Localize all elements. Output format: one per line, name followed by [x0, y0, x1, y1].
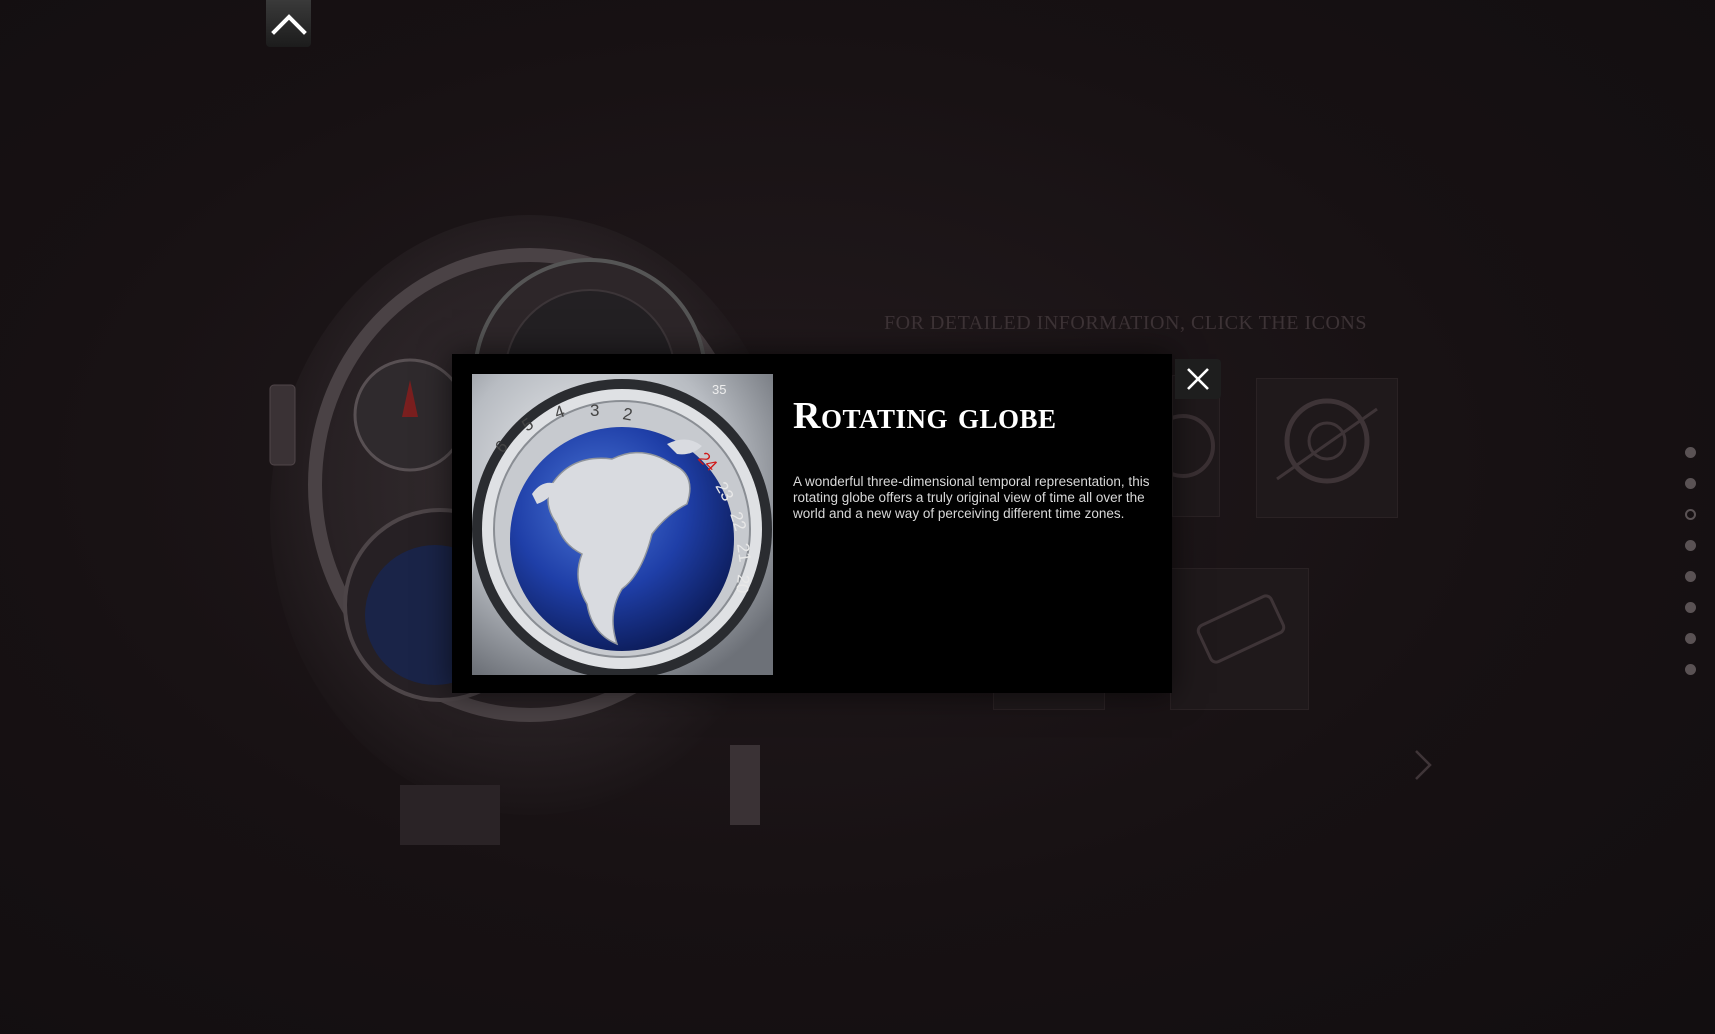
nav-dot-2[interactable] — [1685, 478, 1696, 489]
feature-modal: 6 5 4 3 2 24 23 22 21 20 35 Rotating glo… — [452, 354, 1172, 693]
page: FOR DETAILED INFORMATION, CLICK THE ICON… — [0, 0, 1715, 1034]
svg-text:35: 35 — [712, 382, 726, 397]
instruction-hint: FOR DETAILED INFORMATION, CLICK THE ICON… — [884, 312, 1367, 334]
chevron-right-icon — [1415, 750, 1432, 780]
globe-detail-image: 6 5 4 3 2 24 23 22 21 20 35 — [472, 374, 773, 675]
svg-text:3: 3 — [590, 401, 599, 420]
section-dot-nav — [1685, 447, 1699, 695]
nav-dot-7[interactable] — [1685, 633, 1696, 644]
nav-dot-5[interactable] — [1685, 571, 1696, 582]
chevron-up-icon — [270, 13, 307, 35]
nav-dot-6[interactable] — [1685, 602, 1696, 613]
modal-description: A wonderful three-dimensional temporal r… — [793, 474, 1150, 521]
nav-dot-1[interactable] — [1685, 447, 1696, 458]
nav-dot-4[interactable] — [1685, 540, 1696, 551]
svg-text:21: 21 — [733, 542, 754, 563]
feature-thumbnail[interactable] — [1170, 568, 1309, 710]
nav-dot-8[interactable] — [1685, 664, 1696, 675]
feature-thumbnail[interactable] — [1256, 378, 1398, 518]
next-arrow-button[interactable] — [1412, 748, 1434, 782]
close-modal-button[interactable] — [1175, 359, 1221, 399]
modal-title: Rotating globe — [793, 395, 1057, 437]
close-icon — [1187, 368, 1209, 390]
svg-text:20: 20 — [732, 574, 753, 595]
nav-dot-3-active[interactable] — [1685, 509, 1696, 520]
scroll-up-button[interactable] — [266, 0, 311, 47]
